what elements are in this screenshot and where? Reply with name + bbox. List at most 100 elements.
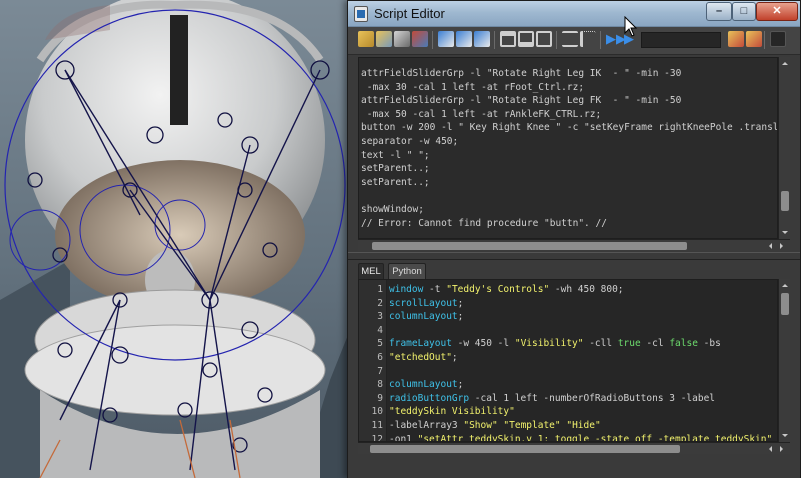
line-number: 7	[377, 365, 383, 377]
code-token: radioButtonGrp	[389, 392, 470, 404]
code-line[interactable]: 11 -labelArray3 "Show" "Template" "Hide"	[359, 419, 777, 433]
line-number: 2	[377, 297, 383, 309]
code-line[interactable]: 7	[359, 365, 777, 379]
save-script-icon[interactable]	[394, 31, 410, 47]
toolbar-separator	[764, 31, 765, 49]
minimize-button[interactable]: –	[706, 2, 732, 21]
scroll-down-arrow-icon[interactable]	[782, 231, 788, 237]
pane-splitter[interactable]	[348, 252, 800, 260]
code-token: "setAttr teddySkin.v 1; toggle -state of…	[417, 433, 773, 442]
code-token: false	[669, 338, 698, 350]
scrollbar-thumb[interactable]	[370, 445, 680, 453]
code-token: -on1	[389, 433, 418, 442]
code-token: "Teddy's Controls"	[446, 284, 550, 295]
history-line: -max 30 -cal 1 left -at rFoot_Ctrl.rz;	[361, 81, 585, 93]
maximize-button[interactable]: □	[732, 2, 756, 21]
code-line[interactable]: 9 radioButtonGrp -cal 1 left -numberOfRad…	[359, 392, 777, 406]
line-number: 4	[377, 324, 383, 336]
scroll-left-arrow-icon[interactable]	[766, 243, 772, 249]
line-number: 10	[371, 406, 383, 418]
line-number: 12	[371, 433, 383, 442]
code-line[interactable]: 2 scrollLayout;	[359, 297, 777, 311]
goto-line-icon[interactable]	[746, 31, 762, 47]
code-token: frameLayout	[389, 338, 452, 350]
editor-horizontal-scrollbar[interactable]	[358, 442, 790, 454]
code-line[interactable]: 4	[359, 324, 777, 338]
clear-input-icon[interactable]	[456, 31, 472, 47]
language-tabs: MEL Python	[358, 263, 790, 279]
echo-all-icon[interactable]	[562, 31, 578, 47]
code-line[interactable]: 12 -on1 "setAttr teddySkin.v 1; toggle -s…	[359, 433, 777, 442]
open-script-icon[interactable]	[358, 31, 374, 47]
tab-python[interactable]: Python	[388, 263, 426, 279]
code-token: -w 450 -l	[451, 338, 515, 350]
scroll-up-arrow-icon[interactable]	[782, 281, 788, 287]
scrollbar-thumb[interactable]	[781, 293, 789, 315]
clear-all-icon[interactable]	[474, 31, 490, 47]
scrollbar-thumb[interactable]	[372, 242, 687, 250]
title-bar[interactable]: Script Editor – □ ✕	[348, 1, 800, 27]
code-line[interactable]: 5 frameLayout -w 450 -l "Visibility" -cll…	[359, 337, 777, 351]
code-token: -cll	[583, 338, 618, 350]
code-line[interactable]: 6 "etchedOut";	[359, 351, 777, 365]
history-panel[interactable]: attrFieldSliderGrp -l "Rotate Right Leg …	[358, 57, 778, 239]
code-token: -wh 450 800;	[549, 284, 624, 295]
code-input-editor[interactable]: 1 window -t "Teddy's Controls" -wh 450 80…	[358, 279, 778, 442]
history-vertical-scrollbar[interactable]	[778, 57, 790, 239]
history-line: text -l " ";	[361, 149, 430, 161]
scroll-down-arrow-icon[interactable]	[782, 434, 788, 440]
tab-mel[interactable]: MEL	[358, 263, 384, 279]
scroll-up-arrow-icon[interactable]	[782, 59, 788, 65]
history-horizontal-scrollbar[interactable]	[358, 239, 790, 251]
save-to-shelf-icon[interactable]	[412, 31, 428, 47]
code-token: window	[389, 284, 424, 295]
history-line: button -w 200 -l " Key Right Knee " -c "…	[361, 122, 778, 134]
history-line: attrFieldSliderGrp -l "Rotate Right Leg …	[361, 95, 682, 107]
execute-all-icon[interactable]: ▶▶	[606, 31, 626, 47]
code-token: "Hide"	[566, 420, 601, 431]
code-line[interactable]: 3 columnLayout;	[359, 310, 777, 324]
code-token: "Visibility"	[514, 338, 584, 350]
code-token: -t	[423, 284, 447, 295]
code-token: -labelArray3	[389, 420, 464, 431]
line-number: 1	[377, 284, 383, 295]
line-number: 6	[377, 352, 383, 363]
history-error-line: // Error: Cannot find procedure "buttn".…	[361, 217, 607, 229]
code-token: "etchedOut"	[389, 352, 452, 363]
line-number: 11	[371, 420, 383, 431]
code-token: ;	[451, 352, 458, 363]
scroll-right-arrow-icon[interactable]	[780, 243, 786, 249]
code-line[interactable]: 8 columnLayout;	[359, 378, 777, 392]
toggle-icon[interactable]	[770, 31, 786, 47]
scroll-left-arrow-icon[interactable]	[766, 446, 772, 452]
history-line: separator -w 450;	[361, 135, 459, 147]
show-both-icon[interactable]	[536, 31, 552, 47]
code-token: columnLayout	[389, 311, 458, 323]
history-line: setParent..;	[361, 163, 430, 175]
scroll-right-arrow-icon[interactable]	[780, 446, 786, 452]
maya-app-icon	[354, 6, 368, 22]
show-input-icon[interactable]	[518, 31, 534, 47]
scrollbar-thumb[interactable]	[781, 191, 789, 211]
clear-history-icon[interactable]	[438, 31, 454, 47]
search-field[interactable]	[641, 32, 721, 48]
mouse-cursor-icon	[624, 16, 638, 37]
toolbar-separator	[556, 31, 557, 49]
toolbar-separator	[494, 31, 495, 49]
script-editor-window[interactable]: Script Editor – □ ✕ ▶▶ ▶ attrFieldSlider…	[347, 0, 801, 478]
history-line: setParent..;	[361, 176, 430, 188]
status-bar	[348, 456, 800, 478]
source-script-icon[interactable]	[376, 31, 392, 47]
code-token: -cl	[640, 338, 670, 350]
code-token: columnLayout	[389, 379, 458, 391]
line-numbers-icon[interactable]	[580, 31, 596, 47]
show-history-icon[interactable]	[500, 31, 516, 47]
code-token: "Show"	[463, 420, 498, 431]
search-icon[interactable]	[728, 31, 744, 47]
close-button[interactable]: ✕	[756, 2, 798, 21]
editor-vertical-scrollbar[interactable]	[778, 279, 790, 442]
code-line[interactable]: 1 window -t "Teddy's Controls" -wh 450 80…	[359, 283, 777, 297]
code-token: ;	[457, 311, 464, 323]
code-line[interactable]: 10 "teddySkin Visibility"	[359, 405, 777, 419]
code-token: "Template"	[503, 420, 561, 431]
